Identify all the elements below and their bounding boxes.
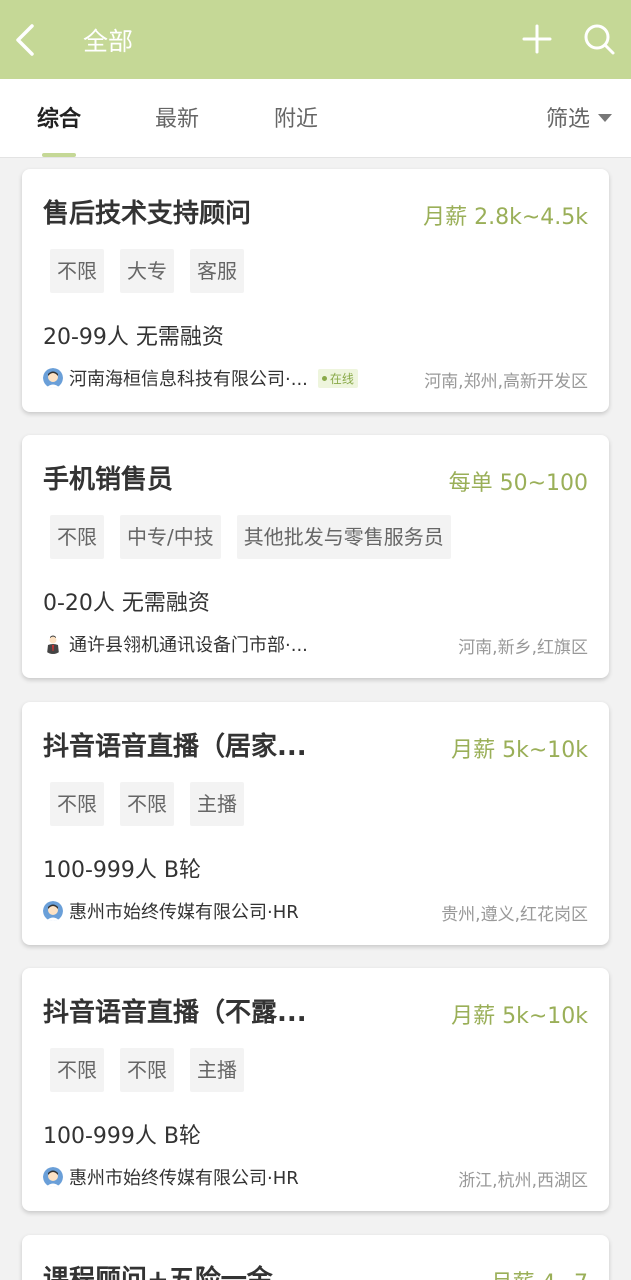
avatar-male-icon — [43, 368, 63, 388]
company-row: 通许县翎机通讯设备门市部·... — [43, 631, 308, 657]
job-title: 课程顾问+五险一金 — [43, 1265, 273, 1280]
job-tag: 主播 — [190, 1048, 244, 1092]
search-button[interactable] — [580, 20, 618, 58]
job-salary: 月薪 5k~10k — [451, 1004, 588, 1029]
job-title: 抖音语音直播（不露... — [43, 998, 307, 1028]
company-info: 100-999人 B轮 — [43, 1124, 202, 1149]
tab-comprehensive[interactable]: 综合 — [37, 101, 81, 133]
active-tab-indicator — [42, 153, 76, 157]
job-tag: 中专/中技 — [120, 515, 221, 559]
job-tag: 其他批发与零售服务员 — [236, 515, 451, 559]
company-info: 0-20人 无需融资 — [43, 591, 210, 616]
job-tag: 不限 — [120, 1048, 174, 1092]
job-salary: 每单 50~100 — [448, 471, 588, 496]
job-location: 河南,新乡,红旗区 — [458, 638, 588, 658]
job-card[interactable]: 手机销售员 每单 50~100 不限 中专/中技 其他批发与零售服务员 0-20… — [22, 435, 609, 678]
avatar-male-icon — [43, 901, 63, 921]
company-info: 20-99人 无需融资 — [43, 325, 224, 350]
job-tag: 不限 — [50, 515, 104, 559]
company-name: 通许县翎机通讯设备门市部·... — [69, 635, 308, 656]
job-tag: 客服 — [190, 249, 244, 293]
job-location: 浙江,杭州,西湖区 — [458, 1171, 588, 1191]
company-name: 惠州市始终传媒有限公司·HR — [69, 1168, 299, 1189]
company-name: 惠州市始终传媒有限公司·HR — [69, 902, 299, 923]
chevron-left-icon — [16, 24, 34, 56]
top-bar: 全部 — [0, 0, 631, 79]
online-badge: 在线 — [317, 368, 358, 388]
job-tag: 主播 — [190, 782, 244, 826]
company-info: 100-999人 B轮 — [43, 858, 202, 883]
avatar-suit-icon — [43, 634, 63, 654]
job-salary: 月薪 2.8k~4.5k — [423, 205, 588, 230]
job-tags: 不限 不限 主播 — [50, 1048, 260, 1092]
job-tags: 不限 中专/中技 其他批发与零售服务员 — [50, 515, 467, 559]
back-button[interactable] — [10, 20, 40, 60]
job-card[interactable]: 课程顾问+五险一金 月薪 4~7 — [22, 1235, 609, 1280]
add-button[interactable] — [518, 20, 556, 58]
job-tags: 不限 不限 主播 — [50, 782, 260, 826]
caret-down-icon — [598, 114, 613, 122]
job-salary: 月薪 4~7 — [491, 1265, 588, 1280]
job-tag: 不限 — [50, 782, 104, 826]
plus-icon — [522, 24, 552, 54]
tab-nearby[interactable]: 附近 — [274, 101, 318, 133]
job-title: 抖音语音直播（居家... — [43, 732, 307, 762]
job-salary: 月薪 5k~10k — [451, 738, 588, 763]
job-tag: 大专 — [120, 249, 174, 293]
search-icon — [584, 24, 615, 55]
job-title: 售后技术支持顾问 — [43, 199, 252, 229]
company-name: 河南海桓信息科技有限公司·... — [69, 369, 308, 390]
job-tag: 不限 — [120, 782, 174, 826]
tab-bar: 综合 最新 附近 筛选 — [0, 79, 631, 158]
job-title: 手机销售员 — [43, 465, 174, 495]
job-card[interactable]: 售后技术支持顾问 月薪 2.8k~4.5k 不限 大专 客服 20-99人 无需… — [22, 169, 609, 412]
company-row: 惠州市始终传媒有限公司·HR — [43, 1164, 299, 1190]
filter-label: 筛选 — [546, 107, 591, 132]
job-tag: 不限 — [50, 1048, 104, 1092]
avatar-male-icon — [43, 1167, 63, 1187]
company-row: 惠州市始终传媒有限公司·HR — [43, 898, 299, 924]
job-location: 河南,郑州,高新开发区 — [424, 372, 588, 392]
page-title: 全部 — [83, 27, 134, 56]
tab-latest[interactable]: 最新 — [155, 101, 199, 133]
job-card[interactable]: 抖音语音直播（居家... 月薪 5k~10k 不限 不限 主播 100-999人… — [22, 702, 609, 945]
job-card[interactable]: 抖音语音直播（不露... 月薪 5k~10k 不限 不限 主播 100-999人… — [22, 968, 609, 1211]
job-location: 贵州,遵义,红花岗区 — [441, 905, 588, 925]
job-tags: 不限 大专 客服 — [50, 249, 260, 293]
online-dot-icon — [321, 375, 327, 381]
filter-button[interactable]: 筛选 — [546, 101, 613, 133]
job-tag: 不限 — [50, 249, 104, 293]
company-row: 河南海桓信息科技有限公司·... 在线 — [43, 365, 358, 391]
online-label: 在线 — [329, 371, 354, 386]
